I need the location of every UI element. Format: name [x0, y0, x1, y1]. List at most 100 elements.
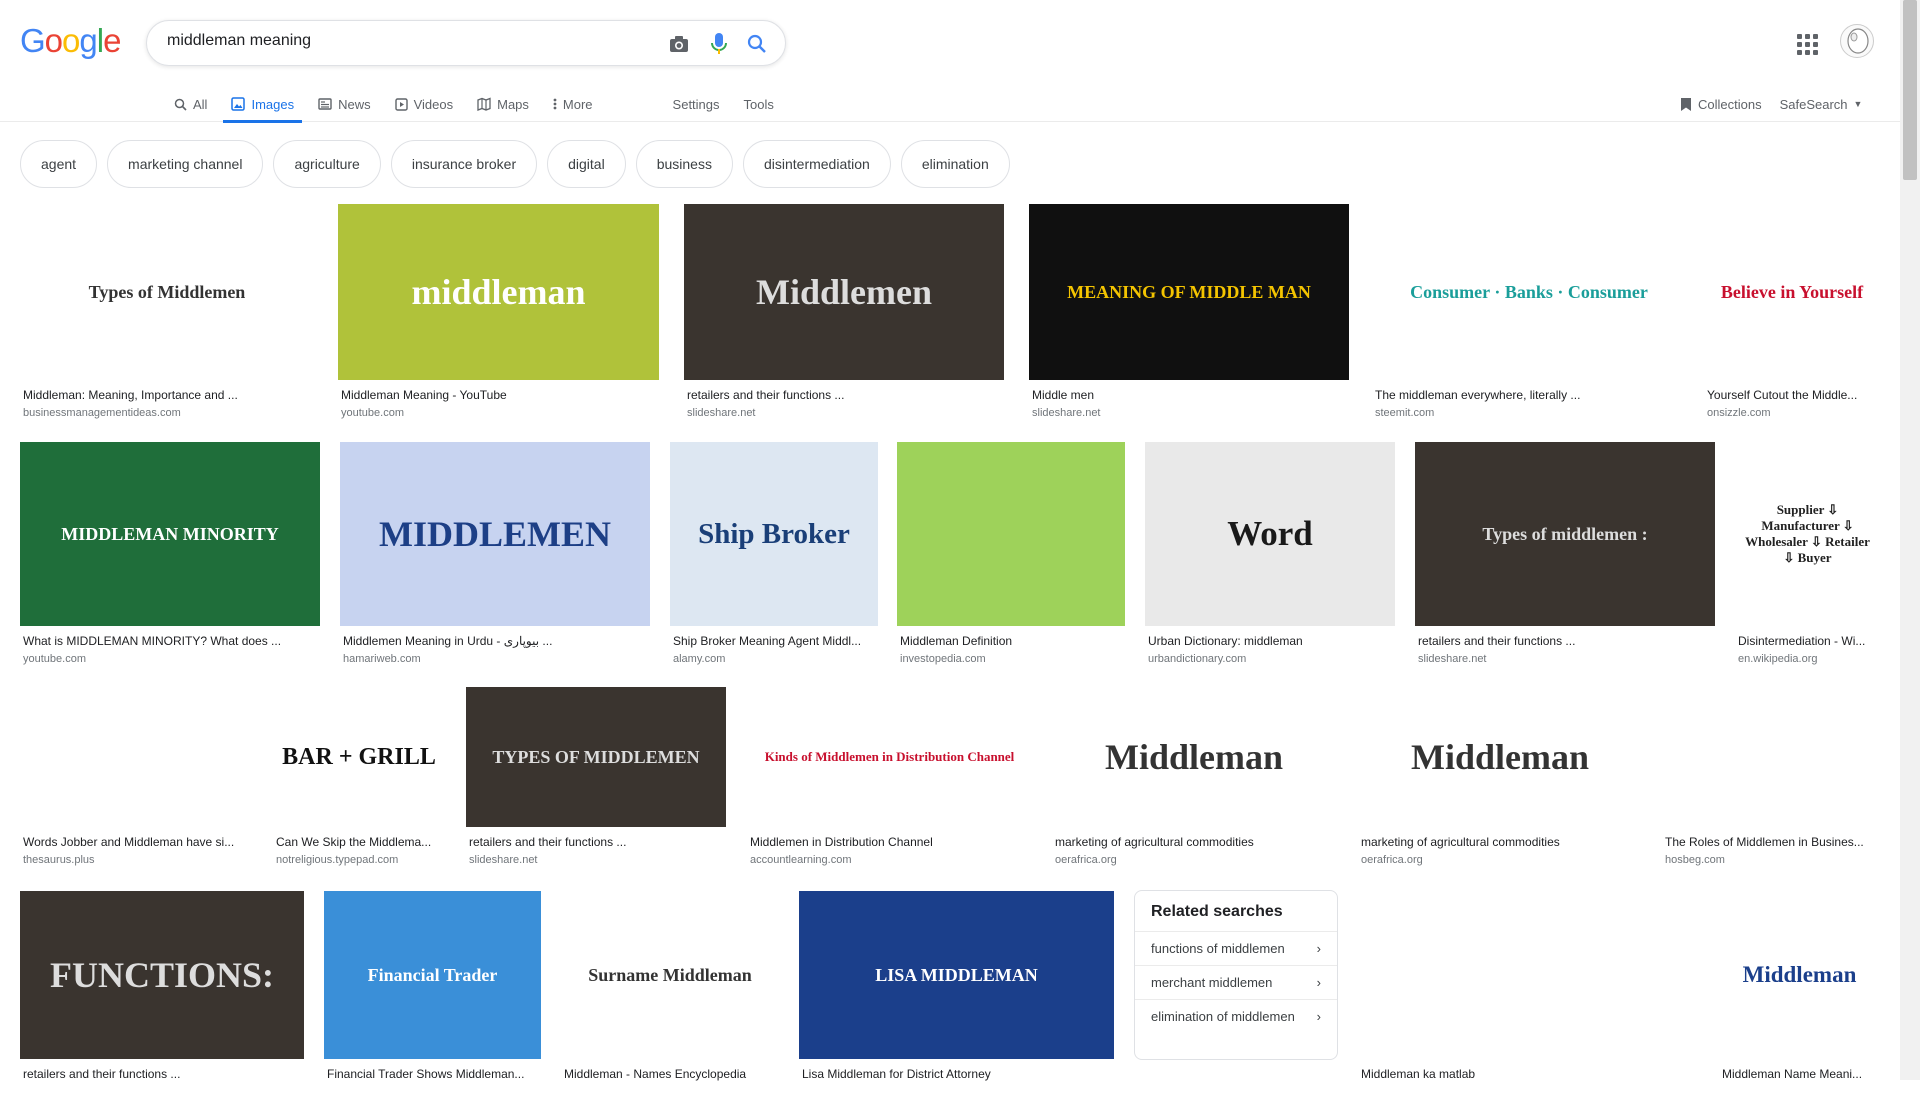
- google-logo[interactable]: Google: [20, 22, 121, 60]
- image-caption[interactable]: Middlemen Meaning in Urdu - بیوپاری ...: [343, 634, 647, 648]
- image-thumbnail[interactable]: MEANING OF MIDDLE MAN: [1029, 204, 1349, 380]
- image-caption[interactable]: marketing of agricultural commodities: [1361, 835, 1639, 849]
- image-result[interactable]: Word Urban Dictionary: middleman urbandict…: [1145, 442, 1395, 676]
- image-thumbnail[interactable]: Ship Broker: [670, 442, 878, 626]
- image-result[interactable]: Consumer · Banks · Consumer The middleman…: [1372, 204, 1686, 430]
- search-input[interactable]: [167, 32, 647, 50]
- image-caption[interactable]: Middleman - Names Encyclopedia: [564, 1067, 776, 1081]
- chip-business[interactable]: business: [635, 140, 733, 188]
- image-caption[interactable]: Can We Skip the Middlema...: [276, 835, 442, 849]
- image-result[interactable]: middleman Middleman Meaning - YouTube yout…: [338, 204, 659, 430]
- image-thumbnail[interactable]: BAR + GRILL: [273, 687, 445, 827]
- image-thumbnail[interactable]: MIDDLEMEN: [340, 442, 650, 626]
- chip-agriculture[interactable]: agriculture: [273, 140, 381, 188]
- image-thumbnail[interactable]: [20, 687, 253, 827]
- scrollbar[interactable]: [1900, 0, 1920, 1080]
- image-caption[interactable]: Lisa Middleman for District Attorney: [802, 1067, 1111, 1081]
- image-result[interactable]: Financial Trader Financial Trader Shows M…: [324, 891, 541, 1109]
- tools-link[interactable]: Tools: [736, 86, 782, 122]
- image-result[interactable]: Believe in Yourself Yourself Cutout the M…: [1704, 204, 1880, 430]
- related-search-item[interactable]: functions of middlemen ›: [1135, 931, 1337, 965]
- google-apps-icon[interactable]: [1795, 32, 1819, 56]
- image-result[interactable]: Middleman Definition investopedia.com: [897, 442, 1125, 676]
- image-result[interactable]: LISA MIDDLEMAN Lisa Middleman for Distric…: [799, 891, 1114, 1109]
- image-result[interactable]: Ship Broker Ship Broker Meaning Agent Mid…: [670, 442, 878, 676]
- image-caption[interactable]: retailers and their functions ...: [469, 835, 723, 849]
- tab-maps[interactable]: Maps: [469, 86, 537, 122]
- image-result[interactable]: MEANING OF MIDDLE MAN Middle men slideshar…: [1029, 204, 1349, 430]
- microphone-icon[interactable]: [707, 32, 731, 56]
- image-caption[interactable]: Middleman ka matlab: [1361, 1067, 1696, 1081]
- chip-disintermediation[interactable]: disintermediation: [742, 140, 891, 188]
- image-caption[interactable]: Disintermediation - Wi...: [1738, 634, 1877, 648]
- image-result[interactable]: MIDDLEMAN MINORITY What is MIDDLEMAN MINO…: [20, 442, 320, 676]
- image-caption[interactable]: Middleman Meaning - YouTube: [341, 388, 656, 402]
- image-caption[interactable]: retailers and their functions ...: [23, 1067, 301, 1081]
- image-result[interactable]: The Roles of Middlemen in Busines... hosb…: [1662, 687, 1880, 877]
- image-caption[interactable]: Middleman Definition: [900, 634, 1122, 648]
- image-caption[interactable]: retailers and their functions ...: [1418, 634, 1712, 648]
- search-box[interactable]: [146, 20, 786, 66]
- image-result[interactable]: FUNCTIONS: retailers and their functions …: [20, 891, 304, 1109]
- image-result[interactable]: Middleman Middleman Name Meani...: [1719, 891, 1880, 1109]
- tab-news[interactable]: News: [310, 86, 379, 122]
- image-caption[interactable]: The middleman everywhere, literally ...: [1375, 388, 1683, 402]
- chip-marketing-channel[interactable]: marketing channel: [107, 140, 264, 188]
- search-icon[interactable]: [745, 32, 769, 56]
- image-result[interactable]: TYPES OF MIDDLEMEN retailers and their fu…: [466, 687, 726, 877]
- image-caption[interactable]: Words Jobber and Middleman have si...: [23, 835, 250, 849]
- avatar[interactable]: [1840, 24, 1874, 58]
- image-caption[interactable]: Urban Dictionary: middleman: [1148, 634, 1392, 648]
- image-thumbnail[interactable]: [1662, 687, 1880, 827]
- image-caption[interactable]: marketing of agricultural commodities: [1055, 835, 1333, 849]
- image-result[interactable]: Types of middlemen : retailers and their …: [1415, 442, 1715, 676]
- settings-link[interactable]: Settings: [665, 86, 728, 122]
- related-search-item[interactable]: elimination of middlemen ›: [1135, 999, 1337, 1033]
- tab-images[interactable]: Images: [223, 86, 302, 123]
- image-caption[interactable]: Middleman: Meaning, Importance and ...: [23, 388, 311, 402]
- chip-agent[interactable]: agent: [20, 140, 98, 188]
- image-thumbnail[interactable]: Surname Middleman: [561, 891, 779, 1059]
- image-result[interactable]: BAR + GRILL Can We Skip the Middlema... no…: [273, 687, 445, 877]
- chip-insurance-broker[interactable]: insurance broker: [390, 140, 538, 188]
- image-thumbnail[interactable]: MIDDLEMAN MINORITY: [20, 442, 320, 626]
- image-result[interactable]: Middlemen retailers and their functions .…: [684, 204, 1004, 430]
- image-thumbnail[interactable]: Middleman: [1052, 687, 1336, 827]
- image-thumbnail[interactable]: Believe in Yourself: [1704, 204, 1880, 380]
- image-result[interactable]: Kinds of Middlemen in Distribution Chann…: [747, 687, 1032, 877]
- safesearch-button[interactable]: SafeSearch ▼: [1780, 97, 1863, 112]
- tab-videos[interactable]: Videos: [387, 86, 462, 122]
- image-thumbnail[interactable]: Word: [1145, 442, 1395, 626]
- image-thumbnail[interactable]: Middleman: [1358, 687, 1642, 827]
- image-caption[interactable]: Middleman Name Meani...: [1722, 1067, 1877, 1081]
- image-thumbnail[interactable]: [1358, 891, 1699, 1059]
- image-thumbnail[interactable]: LISA MIDDLEMAN: [799, 891, 1114, 1059]
- image-thumbnail[interactable]: Middleman: [1719, 891, 1880, 1059]
- image-result[interactable]: Middleman marketing of agricultural commo…: [1052, 687, 1336, 877]
- image-result[interactable]: Types of Middlemen Middleman: Meaning, Im…: [20, 204, 314, 430]
- image-result[interactable]: MIDDLEMEN Middlemen Meaning in Urdu - بیو…: [340, 442, 650, 676]
- tab-more[interactable]: More: [545, 86, 601, 122]
- image-caption[interactable]: Ship Broker Meaning Agent Middl...: [673, 634, 875, 648]
- image-thumbnail[interactable]: Kinds of Middlemen in Distribution Chann…: [747, 687, 1032, 827]
- image-result[interactable]: Words Jobber and Middleman have si... the…: [20, 687, 253, 877]
- image-thumbnail[interactable]: Middlemen: [684, 204, 1004, 380]
- image-thumbnail[interactable]: Financial Trader: [324, 891, 541, 1059]
- image-caption[interactable]: The Roles of Middlemen in Busines...: [1665, 835, 1877, 849]
- image-thumbnail[interactable]: FUNCTIONS:: [20, 891, 304, 1059]
- scrollbar-thumb[interactable]: [1903, 0, 1917, 180]
- image-thumbnail[interactable]: Types of Middlemen: [20, 204, 314, 380]
- chip-digital[interactable]: digital: [547, 140, 626, 188]
- image-thumbnail[interactable]: TYPES OF MIDDLEMEN: [466, 687, 726, 827]
- image-thumbnail[interactable]: middleman: [338, 204, 659, 380]
- image-thumbnail[interactable]: Supplier ⇩ Manufacturer ⇩ Wholesaler ⇩ R…: [1735, 442, 1880, 626]
- image-result[interactable]: Supplier ⇩ Manufacturer ⇩ Wholesaler ⇩ R…: [1735, 442, 1880, 676]
- chip-elimination[interactable]: elimination: [900, 140, 1010, 188]
- image-caption[interactable]: What is MIDDLEMAN MINORITY? What does ..…: [23, 634, 317, 648]
- image-caption[interactable]: retailers and their functions ...: [687, 388, 1001, 402]
- image-result[interactable]: Middleman ka matlab: [1358, 891, 1699, 1109]
- camera-icon[interactable]: [667, 32, 691, 56]
- image-caption[interactable]: Middlemen in Distribution Channel: [750, 835, 1029, 849]
- related-search-item[interactable]: merchant middlemen ›: [1135, 965, 1337, 999]
- collections-button[interactable]: Collections: [1680, 97, 1762, 112]
